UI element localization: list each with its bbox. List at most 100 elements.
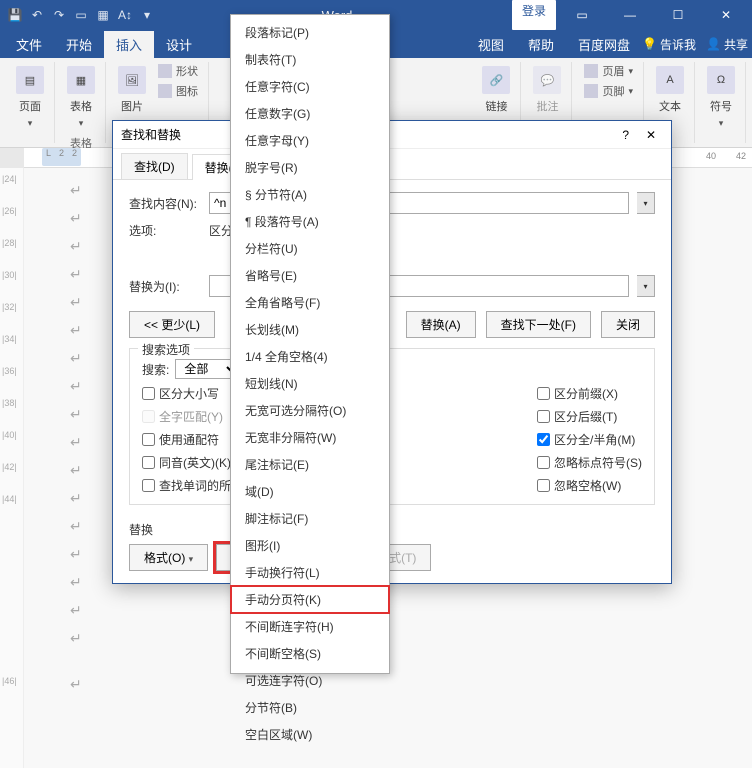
- menu-any-char[interactable]: 任意字符(C): [231, 73, 389, 100]
- ignore-punct-checkbox[interactable]: 忽略标点符号(S): [537, 454, 642, 471]
- tab-view[interactable]: 视图: [466, 31, 516, 58]
- find-next-button[interactable]: 查找下一处(F): [486, 311, 591, 338]
- wildcards-checkbox[interactable]: 使用通配符: [142, 431, 231, 448]
- dialog-titlebar[interactable]: 查找和替换 ? ✕: [113, 121, 671, 149]
- help-icon[interactable]: ?: [622, 128, 629, 142]
- menu-manual-line-break[interactable]: 手动换行符(L): [231, 559, 389, 586]
- paragraph-mark-icon: ↵: [70, 182, 82, 199]
- find-label: 查找内容(N):: [129, 195, 201, 212]
- ruler-selection: L 2 2: [42, 148, 81, 166]
- menu-nonbreak-space[interactable]: 不间断空格(S): [231, 640, 389, 667]
- link-button[interactable]: 🔗 链接: [478, 62, 514, 118]
- tab-help[interactable]: 帮助: [516, 31, 566, 58]
- menu-endnote-mark[interactable]: 尾注标记(E): [231, 451, 389, 478]
- tell-me[interactable]: 💡告诉我: [642, 36, 696, 53]
- menu-white-space[interactable]: 空白区域(W): [231, 721, 389, 748]
- tab-baidu[interactable]: 百度网盘: [566, 31, 642, 58]
- login-button[interactable]: 登录: [512, 0, 556, 30]
- page-icon: ▤: [16, 66, 44, 94]
- menu-nonbreak-hyphen[interactable]: 不间断连字符(H): [231, 613, 389, 640]
- less-button[interactable]: << 更少(L): [129, 311, 215, 338]
- symbols-button[interactable]: Ω 符号 ▾: [703, 62, 739, 133]
- menu-pilcrow[interactable]: ¶ 段落符号(A): [231, 208, 389, 235]
- replace-history-dropdown-icon[interactable]: ▾: [637, 275, 655, 297]
- menu-section-break[interactable]: 分节符(B): [231, 694, 389, 721]
- menu-caret[interactable]: 脱字号(R): [231, 154, 389, 181]
- menu-optional-hyphen[interactable]: 可选连字符(O): [231, 667, 389, 694]
- menu-full-ellipsis[interactable]: 全角省略号(F): [231, 289, 389, 316]
- close-button[interactable]: 关闭: [601, 311, 655, 338]
- prefix-checkbox[interactable]: 区分前缀(X): [537, 385, 642, 402]
- paragraph-mark-icon: ↵: [70, 238, 82, 255]
- menu-nowidth-optional[interactable]: 无宽可选分隔符(O): [231, 397, 389, 424]
- page-button[interactable]: ▤ 页面 ▾: [12, 62, 48, 133]
- dialog-tabs: 查找(D) 替换(P): [113, 149, 671, 180]
- search-options-title: 搜索选项: [138, 341, 194, 358]
- menu-nowidth-nonbreak[interactable]: 无宽非分隔符(W): [231, 424, 389, 451]
- table-icon: ▦: [67, 66, 95, 94]
- shapes-icons-mini: 形状 图标: [154, 62, 202, 118]
- header-icon: [584, 64, 598, 78]
- menu-graphic[interactable]: 图形(I): [231, 532, 389, 559]
- comment-button[interactable]: 💬 批注: [529, 62, 565, 118]
- menu-any-digit[interactable]: 任意数字(G): [231, 100, 389, 127]
- find-replace-dialog: 查找和替换 ? ✕ 查找(D) 替换(P) 查找内容(N): ▾ 选项: 区分 …: [112, 120, 672, 584]
- menu-ellipsis[interactable]: 省略号(E): [231, 262, 389, 289]
- dialog-close-icon[interactable]: ✕: [639, 128, 663, 142]
- tab-home[interactable]: 开始: [54, 31, 104, 58]
- paragraph-mark-icon: ↵: [70, 518, 82, 535]
- find-history-dropdown-icon[interactable]: ▾: [637, 192, 655, 214]
- touch-mode-icon[interactable]: A↕: [118, 8, 132, 22]
- quick-access-toolbar: 💾 ↶ ↷ ▭ ▦ A↕ ▾: [0, 8, 162, 22]
- group-table: ▦ 表格 ▾ 表格: [57, 62, 106, 143]
- whole-word-checkbox[interactable]: 全字匹配(Y): [142, 408, 231, 425]
- minimize-icon[interactable]: —: [608, 0, 652, 30]
- ribbon-options-icon[interactable]: ▭: [560, 0, 604, 30]
- qat-icon-5[interactable]: ▦: [96, 8, 110, 22]
- word-forms-checkbox[interactable]: 查找单词的所: [142, 477, 231, 494]
- match-case-checkbox[interactable]: 区分大小写: [142, 385, 231, 402]
- qat-icon-4[interactable]: ▭: [74, 8, 88, 22]
- replace-all-button[interactable]: 替换(A): [406, 311, 476, 338]
- menu-paragraph-mark[interactable]: 段落标记(P): [231, 19, 389, 46]
- maximize-icon[interactable]: ☐: [656, 0, 700, 30]
- undo-icon[interactable]: ↶: [30, 8, 44, 22]
- paragraph-mark-icon: ↵: [70, 378, 82, 395]
- vertical-ruler[interactable]: |24| |26| |28| |30| |32| |34| |36| |38| …: [0, 168, 24, 768]
- link-icon: 🔗: [482, 66, 510, 94]
- fullwidth-checkbox[interactable]: 区分全/半角(M): [537, 431, 642, 448]
- image-button[interactable]: 🖼 图片: [114, 62, 150, 118]
- header-button[interactable]: 页眉▾: [580, 62, 637, 80]
- menu-footnote-mark[interactable]: 脚注标记(F): [231, 505, 389, 532]
- ignore-whitespace-checkbox[interactable]: 忽略空格(W): [537, 477, 642, 494]
- menu-en-dash[interactable]: 短划线(N): [231, 370, 389, 397]
- menu-tab-char[interactable]: 制表符(T): [231, 46, 389, 73]
- menu-em-dash[interactable]: 长划线(M): [231, 316, 389, 343]
- tab-design[interactable]: 设计: [154, 31, 204, 58]
- table-button[interactable]: ▦ 表格 ▾: [63, 62, 99, 133]
- format-button[interactable]: 格式(O) ▾: [129, 544, 208, 571]
- share-button[interactable]: 👤共享: [706, 36, 748, 53]
- menu-section-char[interactable]: § 分节符(A): [231, 181, 389, 208]
- icons-button[interactable]: 图标: [154, 82, 202, 100]
- menu-field[interactable]: 域(D): [231, 478, 389, 505]
- menu-column-break[interactable]: 分栏符(U): [231, 235, 389, 262]
- close-icon[interactable]: ✕: [704, 0, 748, 30]
- shapes-button[interactable]: 形状: [154, 62, 202, 80]
- suffix-checkbox[interactable]: 区分后缀(T): [537, 408, 642, 425]
- tab-find[interactable]: 查找(D): [121, 153, 188, 179]
- comment-icon: 💬: [533, 66, 561, 94]
- options-label: 选项:: [129, 222, 201, 239]
- footer-button[interactable]: 页脚▾: [580, 82, 637, 100]
- menu-quarter-em[interactable]: 1/4 全角空格(4): [231, 343, 389, 370]
- redo-icon[interactable]: ↷: [52, 8, 66, 22]
- menu-any-letter[interactable]: 任意字母(Y): [231, 127, 389, 154]
- paragraph-mark-icon: ↵: [70, 602, 82, 619]
- sounds-like-checkbox[interactable]: 同音(英文)(K): [142, 454, 231, 471]
- tab-file[interactable]: 文件: [4, 31, 54, 58]
- tab-insert[interactable]: 插入: [104, 31, 154, 58]
- image-icon: 🖼: [118, 66, 146, 94]
- menu-manual-page-break[interactable]: 手动分页符(K): [231, 586, 389, 613]
- save-icon[interactable]: 💾: [8, 8, 22, 22]
- qat-dropdown-icon[interactable]: ▾: [140, 8, 154, 22]
